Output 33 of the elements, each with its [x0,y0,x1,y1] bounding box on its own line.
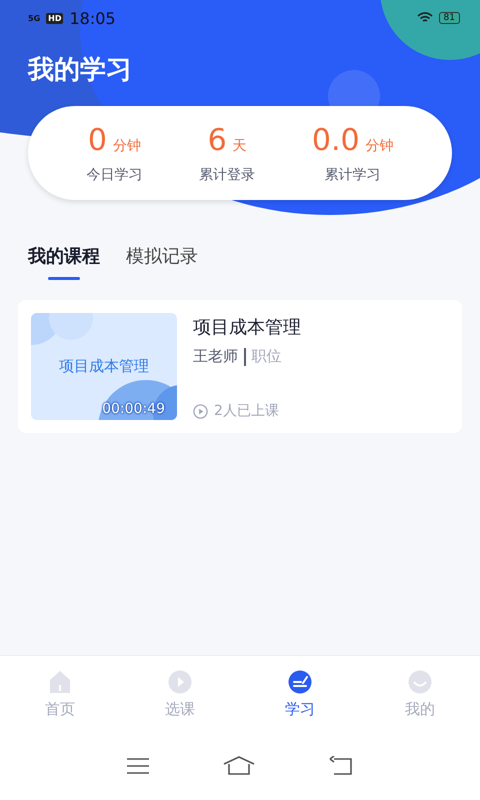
back-icon[interactable] [329,756,353,776]
stat-value: 0 [88,122,107,158]
learner-count: 2人已上课 [214,402,279,420]
page-title: 我的学习 [26,54,133,87]
stat-value: 6 [208,122,227,158]
wifi-icon [416,12,433,24]
network-indicator: 5G [28,14,40,22]
tab[interactable]: 我的课程 [28,244,100,280]
stat-label: 累计登录 [199,166,256,184]
stat-unit: 分钟 [366,136,394,154]
teacher-name: 王老师 [193,347,238,366]
tab[interactable]: 模拟记录 [126,244,198,280]
stat-value: 0.0 [312,122,360,158]
cover-title: 项目成本管理 [59,357,149,376]
play-icon [193,404,208,418]
menu-icon[interactable] [127,757,149,775]
stat-unit: 天 [232,136,247,154]
home-icon [49,670,71,694]
stat-label: 累计学习 [324,166,381,184]
play-icon [168,670,192,694]
teacher-position: 职位 [252,347,282,366]
hd-indicator: HD [46,12,64,24]
smiley-icon [408,670,432,694]
nav-tab[interactable]: 学习 [240,656,360,744]
video-duration: 00:00:49 [102,401,165,417]
stat-unit: 分钟 [112,136,141,154]
stat-label: 今日学习 [86,166,142,184]
home-icon[interactable] [223,756,255,776]
battery-indicator: 81 [438,12,460,24]
study-icon [288,670,312,694]
course-title: 项目成本管理 [193,316,302,339]
course-card[interactable]: 项目成本管理 00:00:49 项目成本管理 王老师 职位 2人已上课 [18,300,462,433]
clock: 18:05 [69,8,116,28]
